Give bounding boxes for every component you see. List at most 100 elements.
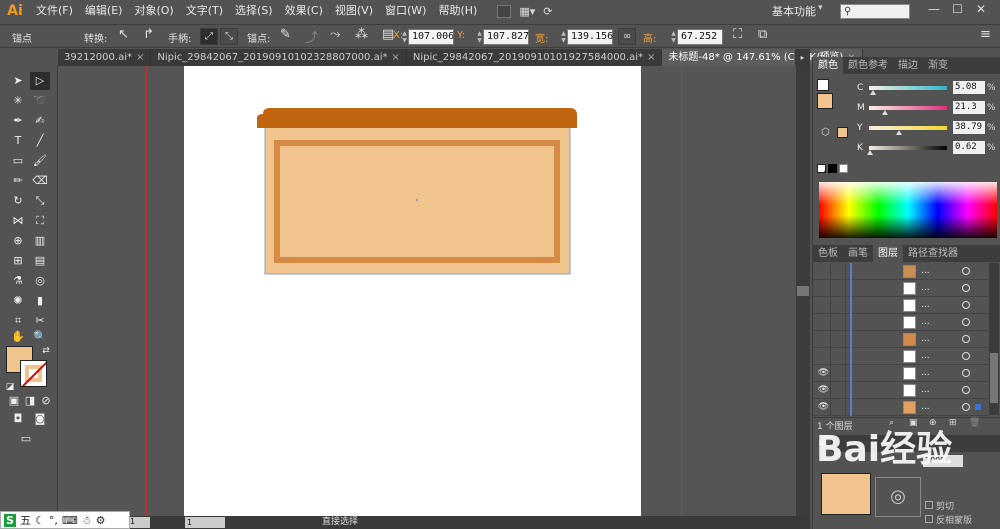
- gradient-tool-icon[interactable]: ▤: [30, 252, 50, 270]
- height-field[interactable]: 67.252: [677, 29, 723, 45]
- connect-anchor-icon[interactable]: ⤴: [305, 27, 318, 46]
- skin-icon[interactable]: ☃: [82, 514, 92, 527]
- signboard-roof[interactable]: [257, 108, 577, 128]
- screen-mode-icon[interactable]: ▭: [16, 430, 36, 448]
- magic-wand-tool-icon[interactable]: ✳: [8, 92, 28, 110]
- y-field[interactable]: 107.827: [483, 29, 529, 45]
- arrange-documents-icon[interactable]: ▦▾: [519, 5, 535, 18]
- panel-menu-icon[interactable]: ≡: [980, 27, 991, 42]
- channel-value-field[interactable]: 21.3: [953, 101, 985, 114]
- isolate-group-icon[interactable]: ⧉: [758, 27, 767, 42]
- paintbrush-tool-icon[interactable]: 🖌: [30, 152, 50, 170]
- make-mask-button[interactable]: ◎: [875, 477, 921, 517]
- clip-checkbox[interactable]: 剪切: [925, 499, 954, 512]
- close-button[interactable]: ✕: [976, 2, 986, 16]
- free-transform-tool-icon[interactable]: ⛶: [30, 212, 50, 230]
- tab-document-3[interactable]: Nipic_29842067_20190910101927584000.ai* ×: [406, 49, 663, 66]
- menu-edit[interactable]: 编辑(E): [79, 0, 129, 22]
- channel-value-field[interactable]: 5.08: [953, 81, 985, 94]
- show-handles-button[interactable]: ⤢: [200, 28, 218, 45]
- page-field[interactable]: 1: [185, 517, 225, 528]
- color-spectrum[interactable]: [819, 182, 997, 238]
- color-fill-swatch[interactable]: [817, 93, 833, 109]
- none-color-swatch[interactable]: [817, 164, 826, 173]
- slider-knob[interactable]: [882, 110, 888, 115]
- eye-icon[interactable]: 👁: [817, 365, 831, 382]
- visibility-toggle[interactable]: [817, 280, 831, 297]
- ime-logo-icon[interactable]: S: [4, 513, 16, 527]
- tab-document-1[interactable]: 39212000.ai* ×: [58, 49, 152, 66]
- channel-value-field[interactable]: 38.79: [953, 121, 985, 134]
- lock-toggle[interactable]: [832, 331, 846, 348]
- menu-object[interactable]: 对象(O): [128, 0, 179, 22]
- target-icon[interactable]: [962, 386, 970, 394]
- lock-toggle[interactable]: [832, 297, 846, 314]
- punctuation-icon[interactable]: °,: [49, 514, 58, 527]
- layer-row[interactable]: 👁...: [813, 399, 989, 416]
- shape-builder-tool-icon[interactable]: ⊕: [8, 232, 28, 250]
- channel-slider[interactable]: [869, 126, 947, 130]
- isolate-points-icon[interactable]: ⁂: [355, 27, 368, 42]
- convert-corner-icon[interactable]: ↖: [118, 27, 129, 42]
- invert-mask-checkbox[interactable]: 反相蒙版: [925, 513, 972, 526]
- layer-row[interactable]: ...: [813, 348, 989, 365]
- visibility-toggle[interactable]: [817, 331, 831, 348]
- lock-toggle[interactable]: [832, 280, 846, 297]
- slider-knob[interactable]: [896, 130, 902, 135]
- swap-fill-stroke-icon[interactable]: ⇄: [36, 342, 56, 360]
- pen-tool-icon[interactable]: ✒: [8, 112, 28, 130]
- target-icon[interactable]: [962, 301, 970, 309]
- layers-scrollbar[interactable]: [989, 263, 999, 415]
- scroll-thumb[interactable]: [990, 353, 998, 403]
- delete-layer-icon[interactable]: 🗑: [969, 418, 980, 428]
- minimize-button[interactable]: —: [928, 2, 940, 16]
- menu-view[interactable]: 视图(V): [329, 0, 379, 22]
- black-swatch[interactable]: [828, 164, 837, 173]
- eye-icon[interactable]: 👁: [817, 399, 831, 416]
- y-stepper[interactable]: ▲ ▼: [476, 30, 483, 44]
- visibility-toggle[interactable]: [817, 297, 831, 314]
- tab-overflow-button[interactable]: ▸: [795, 49, 810, 66]
- stroke-swatch[interactable]: [20, 360, 47, 387]
- type-tool-icon[interactable]: T: [8, 132, 28, 150]
- channel-value-field[interactable]: 0.62: [953, 141, 985, 154]
- gamut-swatch[interactable]: [837, 127, 848, 138]
- eye-icon[interactable]: 👁: [817, 382, 831, 399]
- width-stepper[interactable]: ▲ ▼: [560, 30, 567, 44]
- hide-handles-button[interactable]: ⤡: [220, 28, 238, 45]
- convert-smooth-icon[interactable]: ↱: [143, 27, 154, 42]
- tab-layers[interactable]: 图层: [873, 245, 903, 262]
- rectangle-tool-icon[interactable]: ▭: [8, 152, 28, 170]
- lock-toggle[interactable]: [832, 348, 846, 365]
- target-icon[interactable]: [962, 369, 970, 377]
- blend-tool-icon[interactable]: ◎: [30, 272, 50, 290]
- visibility-toggle[interactable]: [817, 314, 831, 331]
- tab-color[interactable]: 颜色: [813, 57, 843, 74]
- close-icon[interactable]: ×: [136, 52, 144, 63]
- visibility-toggle[interactable]: [817, 263, 831, 280]
- drawing-mode-icon[interactable]: ◘: [8, 410, 28, 428]
- lock-toggle[interactable]: [832, 314, 846, 331]
- scroll-thumb[interactable]: [797, 286, 809, 296]
- out-of-gamut-icon[interactable]: ⬡: [821, 127, 830, 138]
- hand-tool-icon[interactable]: ✋: [8, 328, 28, 346]
- slider-knob[interactable]: [867, 150, 873, 155]
- layer-row[interactable]: ...: [813, 314, 989, 331]
- transform-icon[interactable]: ⛶: [733, 27, 742, 42]
- canvas[interactable]: [58, 66, 796, 516]
- remove-anchor-icon[interactable]: ✎: [280, 27, 291, 42]
- search-input[interactable]: ⚲: [840, 4, 910, 19]
- height-stepper[interactable]: ▲ ▼: [670, 30, 677, 44]
- workspace-switcher[interactable]: 基本功能: [772, 3, 816, 19]
- menu-effect[interactable]: 效果(C): [279, 0, 329, 22]
- tab-document-2[interactable]: Nipic_29842067_20190910102328807000.ai* ×: [151, 49, 407, 66]
- tab-color-guide[interactable]: 颜色参考: [843, 57, 893, 74]
- rotate-tool-icon[interactable]: ↻: [8, 192, 28, 210]
- layer-row[interactable]: 👁...: [813, 382, 989, 399]
- sync-icon[interactable]: ⟳: [543, 5, 552, 18]
- width-tool-icon[interactable]: ⋈: [8, 212, 28, 230]
- settings-icon[interactable]: ⚙: [96, 514, 106, 527]
- mesh-tool-icon[interactable]: ⊞: [8, 252, 28, 270]
- menu-select[interactable]: 选择(S): [229, 0, 279, 22]
- scale-tool-icon[interactable]: ⤡: [30, 192, 50, 210]
